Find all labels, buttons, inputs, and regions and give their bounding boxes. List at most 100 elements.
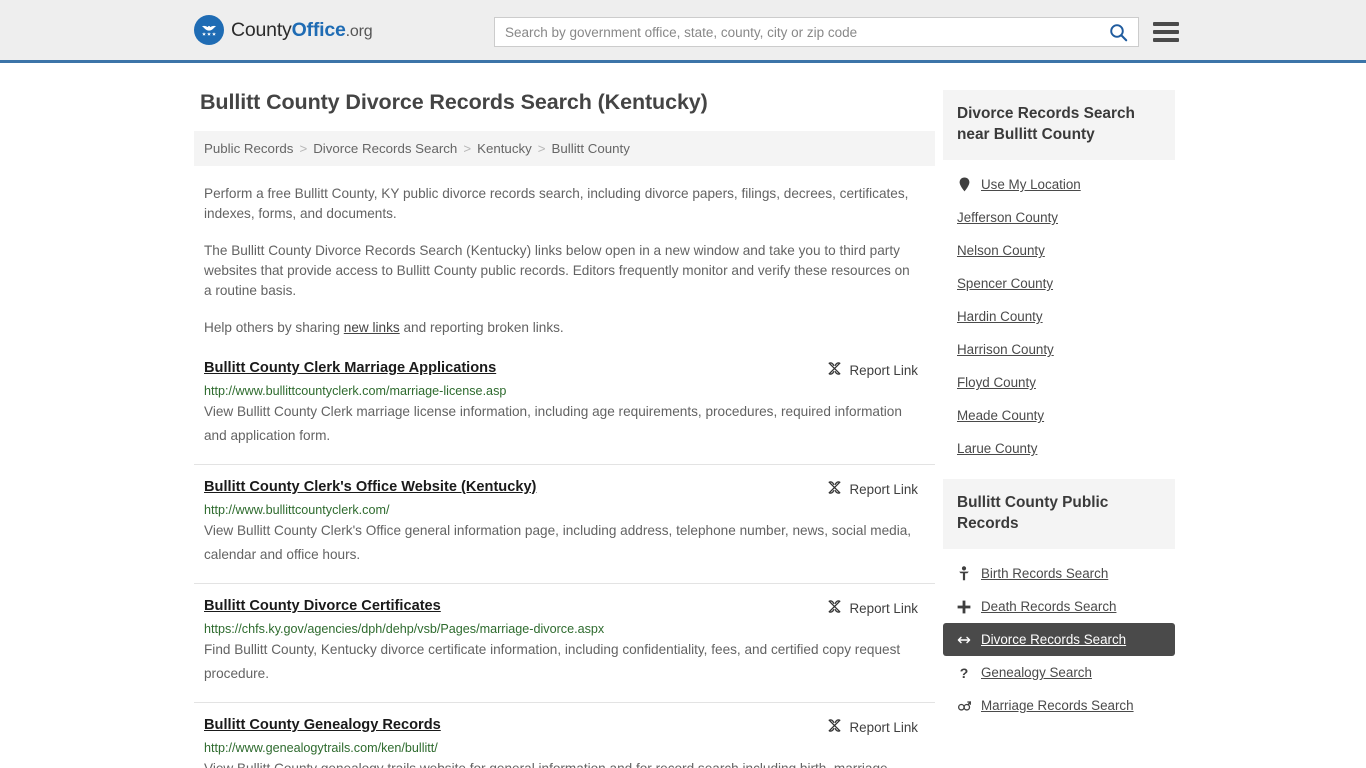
- new-links-link[interactable]: new links: [344, 320, 400, 335]
- sidebar-item-jefferson-county[interactable]: Jefferson County: [943, 201, 1175, 234]
- main-content: Bullitt County Divorce Records Search (K…: [194, 63, 935, 768]
- use-my-location-link[interactable]: Use My Location: [981, 177, 1081, 192]
- logo-text-org: .org: [346, 23, 373, 40]
- intro-section: Perform a free Bullitt County, KY public…: [194, 184, 935, 338]
- result-url[interactable]: http://www.genealogytrails.com/ken/bulli…: [204, 741, 925, 755]
- county-link[interactable]: Spencer County: [957, 276, 1053, 291]
- results-list: Bullitt County Clerk Marriage Applicatio…: [194, 360, 935, 768]
- broken-link-icon: [827, 718, 842, 736]
- report-link-button[interactable]: Report Link: [827, 717, 918, 736]
- result-description: Find Bullitt County, Kentucky divorce ce…: [204, 638, 925, 686]
- report-link-label: Report Link: [850, 482, 918, 497]
- county-link[interactable]: Floyd County: [957, 375, 1036, 390]
- site-logo-text: CountyOffice.org: [231, 19, 372, 42]
- sidebar-item-death-records-search[interactable]: Death Records Search: [943, 590, 1175, 623]
- site-logo[interactable]: CountyOffice.org: [194, 15, 372, 45]
- report-link-button[interactable]: Report Link: [827, 360, 918, 379]
- result-url[interactable]: https://chfs.ky.gov/agencies/dph/dehp/vs…: [204, 622, 925, 636]
- county-link[interactable]: Jefferson County: [957, 210, 1058, 225]
- county-link[interactable]: Nelson County: [957, 243, 1045, 258]
- broken-link-icon: [827, 599, 842, 617]
- breadcrumb-separator: >: [463, 141, 471, 156]
- sidebar-item-marriage-records-search[interactable]: Marriage Records Search: [943, 689, 1175, 722]
- question-mark-icon: ?: [957, 666, 971, 680]
- result-item: Bullitt County Clerk's Office Website (K…: [194, 479, 935, 584]
- public-record-link[interactable]: Genealogy Search: [981, 665, 1092, 680]
- result-title-link[interactable]: Bullitt County Clerk Marriage Applicatio…: [204, 360, 496, 376]
- search-input[interactable]: [505, 25, 1107, 40]
- map-pin-icon: [957, 177, 971, 192]
- report-link-label: Report Link: [850, 720, 918, 735]
- sidebar: Divorce Records Search near Bullitt Coun…: [943, 63, 1175, 768]
- sidebar-public-records-heading: Bullitt County Public Records: [943, 479, 1175, 549]
- broken-link-icon: [827, 480, 842, 498]
- result-title-link[interactable]: Bullitt County Genealogy Records: [204, 717, 441, 733]
- page-title: Bullitt County Divorce Records Search (K…: [200, 90, 935, 115]
- sidebar-item-meade-county[interactable]: Meade County: [943, 399, 1175, 432]
- result-title-link[interactable]: Bullitt County Divorce Certificates: [204, 598, 441, 614]
- search-box[interactable]: [494, 17, 1139, 47]
- breadcrumb-item-public-records[interactable]: Public Records: [204, 141, 293, 156]
- sidebar-item-hardin-county[interactable]: Hardin County: [943, 300, 1175, 333]
- result-header: Bullitt County Genealogy Records Report …: [204, 717, 925, 736]
- breadcrumb-separator: >: [538, 141, 546, 156]
- public-record-link[interactable]: Marriage Records Search: [981, 698, 1134, 713]
- sidebar-nearby-heading: Divorce Records Search near Bullitt Coun…: [943, 90, 1175, 160]
- result-header: Bullitt County Clerk's Office Website (K…: [204, 479, 925, 498]
- breadcrumb: Public Records > Divorce Records Search …: [194, 131, 935, 166]
- breadcrumb-separator: >: [299, 141, 307, 156]
- intro-paragraph-2: The Bullitt County Divorce Records Searc…: [204, 241, 921, 301]
- cross-icon: [957, 600, 971, 614]
- hamburger-bar: [1153, 38, 1179, 42]
- sidebar-item-divorce-records-search[interactable]: Divorce Records Search: [943, 623, 1175, 656]
- page-body: Bullitt County Divorce Records Search (K…: [0, 63, 1366, 768]
- result-item: Bullitt County Divorce Certificates Repo…: [194, 598, 935, 703]
- public-record-link[interactable]: Death Records Search: [981, 599, 1116, 614]
- report-link-button[interactable]: Report Link: [827, 598, 918, 617]
- result-url[interactable]: http://www.bullittcountyclerk.com/marria…: [204, 384, 925, 398]
- county-link[interactable]: Meade County: [957, 408, 1044, 423]
- intro-paragraph-1: Perform a free Bullitt County, KY public…: [204, 184, 921, 224]
- result-title-link[interactable]: Bullitt County Clerk's Office Website (K…: [204, 479, 536, 495]
- sidebar-item-larue-county[interactable]: Larue County: [943, 432, 1175, 465]
- hamburger-menu-icon[interactable]: [1153, 20, 1179, 44]
- sidebar-item-harrison-county[interactable]: Harrison County: [943, 333, 1175, 366]
- result-header: Bullitt County Clerk Marriage Applicatio…: [204, 360, 925, 379]
- result-header: Bullitt County Divorce Certificates Repo…: [204, 598, 925, 617]
- result-description: View Bullitt County Clerk marriage licen…: [204, 400, 925, 448]
- breadcrumb-item-divorce-records-search[interactable]: Divorce Records Search: [313, 141, 457, 156]
- county-link[interactable]: Larue County: [957, 441, 1037, 456]
- result-item: Bullitt County Clerk Marriage Applicatio…: [194, 360, 935, 465]
- male-female-symbol-icon: [957, 699, 971, 713]
- sidebar-item-use-my-location[interactable]: Use My Location: [943, 168, 1175, 201]
- sidebar-item-genealogy-search[interactable]: ? Genealogy Search: [943, 656, 1175, 689]
- sidebar-item-birth-records-search[interactable]: Birth Records Search: [943, 557, 1175, 590]
- search-icon[interactable]: [1107, 23, 1130, 42]
- public-record-link[interactable]: Divorce Records Search: [981, 632, 1126, 647]
- sidebar-item-spencer-county[interactable]: Spencer County: [943, 267, 1175, 300]
- result-description: View Bullitt County genealogy trails web…: [204, 757, 925, 768]
- logo-text-office: Office: [292, 19, 346, 41]
- intro-paragraph-3: Help others by sharing new links and rep…: [204, 318, 921, 338]
- sidebar-item-floyd-county[interactable]: Floyd County: [943, 366, 1175, 399]
- result-url[interactable]: http://www.bullittcountyclerk.com/: [204, 503, 925, 517]
- breadcrumb-item-kentucky[interactable]: Kentucky: [477, 141, 532, 156]
- sidebar-public-records-list: Birth Records Search Death Records Searc…: [943, 557, 1175, 722]
- logo-text-county: County: [231, 19, 292, 41]
- broken-link-icon: [827, 361, 842, 379]
- site-header: CountyOffice.org: [0, 0, 1366, 63]
- breadcrumb-item-bullitt-county[interactable]: Bullitt County: [552, 141, 630, 156]
- report-link-label: Report Link: [850, 601, 918, 616]
- infant-icon: [957, 566, 971, 581]
- intro-p3-before: Help others by sharing: [204, 320, 344, 335]
- result-item: Bullitt County Genealogy Records Report …: [194, 717, 935, 768]
- sidebar-item-nelson-county[interactable]: Nelson County: [943, 234, 1175, 267]
- eagle-stars-seal-icon: [194, 15, 224, 45]
- county-link[interactable]: Harrison County: [957, 342, 1054, 357]
- report-link-button[interactable]: Report Link: [827, 479, 918, 498]
- header-search-zone: [494, 17, 1179, 47]
- result-description: View Bullitt County Clerk's Office gener…: [204, 519, 925, 567]
- county-link[interactable]: Hardin County: [957, 309, 1043, 324]
- sidebar-nearby-list: Use My Location Jefferson County Nelson …: [943, 168, 1175, 465]
- public-record-link[interactable]: Birth Records Search: [981, 566, 1108, 581]
